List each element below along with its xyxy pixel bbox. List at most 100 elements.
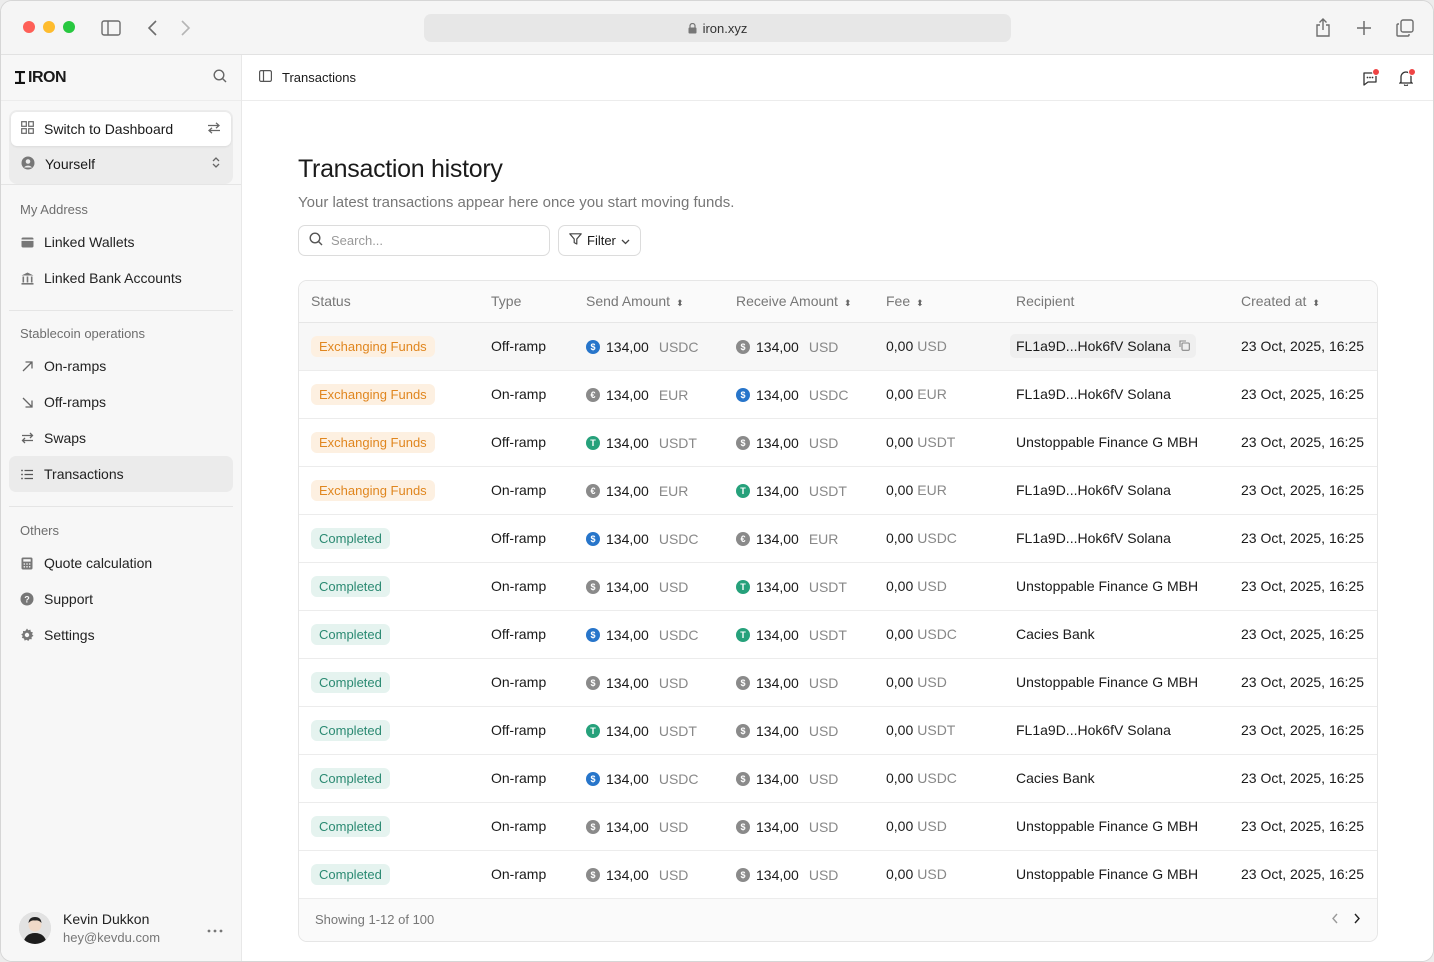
sidebar-item-transactions[interactable]: Transactions <box>9 456 233 492</box>
share-icon[interactable] <box>1312 17 1334 39</box>
column-header-created-at[interactable]: Created at ⬍ <box>1229 281 1377 323</box>
iron-logo[interactable]: IRON <box>15 69 67 87</box>
sidebar: IRON Switch to Dashboard Yourself My Add… <box>1 55 242 961</box>
table-row[interactable]: Completed On-ramp $134,00 USD T 134,00 USDT 0,0… <box>299 562 1377 611</box>
status-badge: Completed <box>311 719 390 741</box>
receive-amount-value: 134,00 <box>756 723 799 739</box>
send-currency: USDC <box>658 339 699 355</box>
filter-button[interactable]: Filter <box>558 225 641 256</box>
receive-amount-value: 134,00 <box>756 675 799 691</box>
table-row[interactable]: Exchanging Funds On-ramp €134,00 EUR T 134,00… <box>299 466 1377 515</box>
usd-coin-icon: $ <box>736 820 750 834</box>
column-header-send-amount[interactable]: Send Amount ⬍ <box>574 281 724 323</box>
more-options-icon[interactable] <box>207 920 223 936</box>
panel-toggle-icon[interactable] <box>259 70 273 85</box>
svg-text:?: ? <box>24 595 30 605</box>
eur-coin-icon: € <box>736 532 750 546</box>
sidebar-item-on-ramps[interactable]: On-ramps <box>9 348 233 384</box>
sidebar-item-linked-wallets[interactable]: Linked Wallets <box>9 224 233 260</box>
bell-icon[interactable] <box>1397 68 1416 87</box>
search-icon[interactable] <box>213 69 227 86</box>
receive-amount-cell: T 134,00 USDT <box>724 610 874 659</box>
forward-icon[interactable] <box>174 17 196 39</box>
previous-page-icon[interactable] <box>1331 912 1339 927</box>
sidebar-item-swaps[interactable]: Swaps <box>9 420 233 456</box>
send-amount-value: 134,00 <box>606 435 649 451</box>
send-amount-cell: $134,00 USD <box>574 562 724 611</box>
sidebar-item-support[interactable]: ? Support <box>9 581 233 617</box>
brand-header: IRON <box>1 55 241 101</box>
usd-coin-icon: $ <box>736 340 750 354</box>
minimize-window-button[interactable] <box>43 21 55 33</box>
status-cell: Exchanging Funds <box>299 322 479 371</box>
table-row[interactable]: Completed Off-ramp $134,00 USDC T 134,00 USDT 0… <box>299 610 1377 659</box>
maximize-window-button[interactable] <box>63 21 75 33</box>
chevron-up-down-icon <box>211 156 221 172</box>
user-profile[interactable]: Kevin Dukkon hey@kevdu.com <box>1 895 241 961</box>
avatar <box>19 912 51 944</box>
table-row[interactable]: Completed On-ramp $134,00 USD $134,00 USD 0,00… <box>299 802 1377 851</box>
close-window-button[interactable] <box>23 21 35 33</box>
back-icon[interactable] <box>142 17 164 39</box>
receive-amount-value: 134,00 <box>756 339 799 355</box>
swap-arrows-icon <box>207 121 221 137</box>
switch-dashboard-label: Switch to Dashboard <box>44 121 174 137</box>
sidebar-item-quote-calculation[interactable]: Quote calculation <box>9 545 233 581</box>
transactions-table: Status Type Send Amount ⬍ Receive Amount ⬍… <box>298 280 1378 942</box>
table-row[interactable]: Exchanging Funds Off-ramp $134,00 USDC $134,… <box>299 322 1377 371</box>
recipient-name: FL1a9D...Hok6fV Solana <box>1016 386 1171 402</box>
receive-amount-cell: $134,00 USD <box>724 754 874 803</box>
send-currency: USDC <box>658 531 699 547</box>
table-row[interactable]: Exchanging Funds Off-ramp T 134,00 USDT $134,… <box>299 418 1377 467</box>
table-row[interactable]: Exchanging Funds On-ramp €134,00 EUR $134,00… <box>299 370 1377 419</box>
recipient-chip[interactable]: FL1a9D...Hok6fV Solana <box>1010 334 1196 358</box>
send-amount-value: 134,00 <box>606 627 649 643</box>
receive-currency: USD <box>808 771 839 787</box>
receive-amount-value: 134,00 <box>756 819 799 835</box>
fee-value: 0,00 <box>886 770 914 786</box>
tab-overview-icon[interactable] <box>1394 17 1416 39</box>
copy-icon[interactable] <box>1179 338 1190 354</box>
type-cell: On-ramp <box>479 562 574 611</box>
topbar-actions <box>1361 68 1416 87</box>
status-badge: Completed <box>311 815 390 837</box>
chat-icon[interactable] <box>1361 68 1380 87</box>
account-selector[interactable]: Yourself <box>11 146 231 182</box>
recipient-cell: Unstoppable Finance G MBH <box>1004 850 1229 899</box>
table-row[interactable]: Completed Off-ramp $134,00 USDC €134,00 EUR 0,… <box>299 514 1377 563</box>
receive-amount-value: 134,00 <box>756 579 799 595</box>
column-header-recipient: Recipient <box>1004 281 1229 323</box>
new-tab-icon[interactable] <box>1353 17 1375 39</box>
search-input[interactable]: Search... <box>298 225 550 256</box>
next-page-icon[interactable] <box>1353 912 1361 927</box>
created-at-cell: 23 Oct, 2025, 16:25 <box>1229 754 1377 803</box>
switch-to-dashboard-button[interactable]: Switch to Dashboard <box>11 112 231 146</box>
table-row[interactable]: Completed On-ramp $134,00 USD $134,00 USD 0,00… <box>299 850 1377 899</box>
status-badge: Exchanging Funds <box>311 479 435 501</box>
sidebar-item-label: Off-ramps <box>44 394 106 410</box>
sidebar-toggle-icon[interactable] <box>100 17 122 39</box>
column-header-receive-amount[interactable]: Receive Amount ⬍ <box>724 281 874 323</box>
send-currency: USDT <box>658 723 697 739</box>
fee-currency: USDT <box>917 722 956 738</box>
table-row[interactable]: Completed On-ramp $134,00 USDC $134,00 USD 0,0… <box>299 754 1377 803</box>
address-bar[interactable]: iron.xyz <box>424 14 1011 42</box>
send-amount-value: 134,00 <box>606 867 649 883</box>
sidebar-item-off-ramps[interactable]: Off-ramps <box>9 384 233 420</box>
recipient-cell: Unstoppable Finance G MBH <box>1004 418 1229 467</box>
user-email: hey@kevdu.com <box>63 930 161 945</box>
sidebar-item-settings[interactable]: Settings <box>9 617 233 653</box>
type-cell: On-ramp <box>479 658 574 707</box>
receive-amount-value: 134,00 <box>756 771 799 787</box>
recipient-name: Unstoppable Finance G MBH <box>1016 674 1199 690</box>
sort-icon: ⬍ <box>916 298 924 309</box>
column-header-fee[interactable]: Fee ⬍ <box>874 281 1004 323</box>
send-currency: USD <box>658 867 689 883</box>
send-amount-value: 134,00 <box>606 579 649 595</box>
receive-amount-cell: $134,00 USD <box>724 322 874 371</box>
toolbar: Search... Filter <box>298 225 1378 256</box>
sidebar-item-linked-bank-accounts[interactable]: Linked Bank Accounts <box>9 260 233 296</box>
usdc-coin-icon: $ <box>736 388 750 402</box>
table-row[interactable]: Completed Off-ramp T 134,00 USDT $134,00 USD 0,… <box>299 706 1377 755</box>
table-row[interactable]: Completed On-ramp $134,00 USD $134,00 USD 0,00… <box>299 658 1377 707</box>
